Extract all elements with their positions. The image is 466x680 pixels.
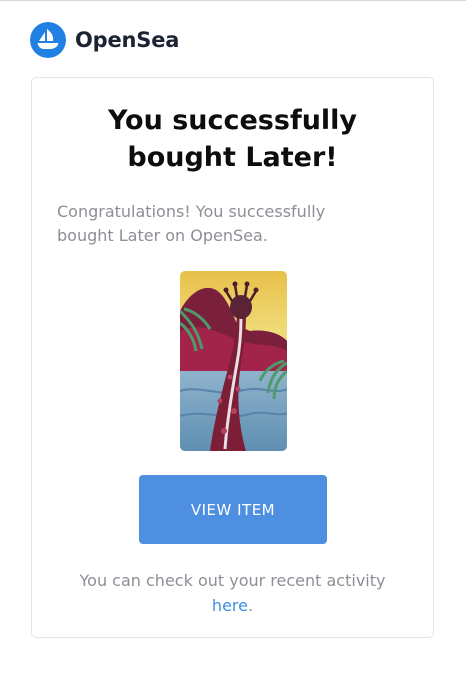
email-header: OpenSea bbox=[30, 22, 179, 58]
brand-name: OpenSea bbox=[75, 28, 180, 52]
title-line-1: You successfully bbox=[107, 105, 358, 136]
message-line-2: bought Later on OpenSea. bbox=[57, 226, 268, 245]
title-line-2: bought Later! bbox=[127, 142, 338, 173]
opensea-logo-icon bbox=[30, 22, 66, 58]
message-line-1: Congratulations! You successfully bbox=[57, 202, 326, 221]
recent-activity-line: You can check out your recent activity bbox=[79, 571, 386, 590]
here-link[interactable]: here bbox=[212, 596, 248, 615]
recent-activity-text: You can check out your recent activity h… bbox=[32, 568, 433, 618]
purchase-card: You successfully bought Later! Congratul… bbox=[31, 77, 434, 638]
nft-artwork-image bbox=[180, 271, 287, 451]
view-item-button[interactable]: VIEW ITEM bbox=[139, 475, 327, 544]
congratulations-message: Congratulations! You successfully bought… bbox=[57, 200, 397, 248]
recent-activity-link-line: here. bbox=[32, 593, 433, 618]
footer-period: . bbox=[247, 596, 254, 615]
success-title: You successfully bought Later! bbox=[32, 102, 433, 176]
top-divider bbox=[0, 0, 466, 1]
